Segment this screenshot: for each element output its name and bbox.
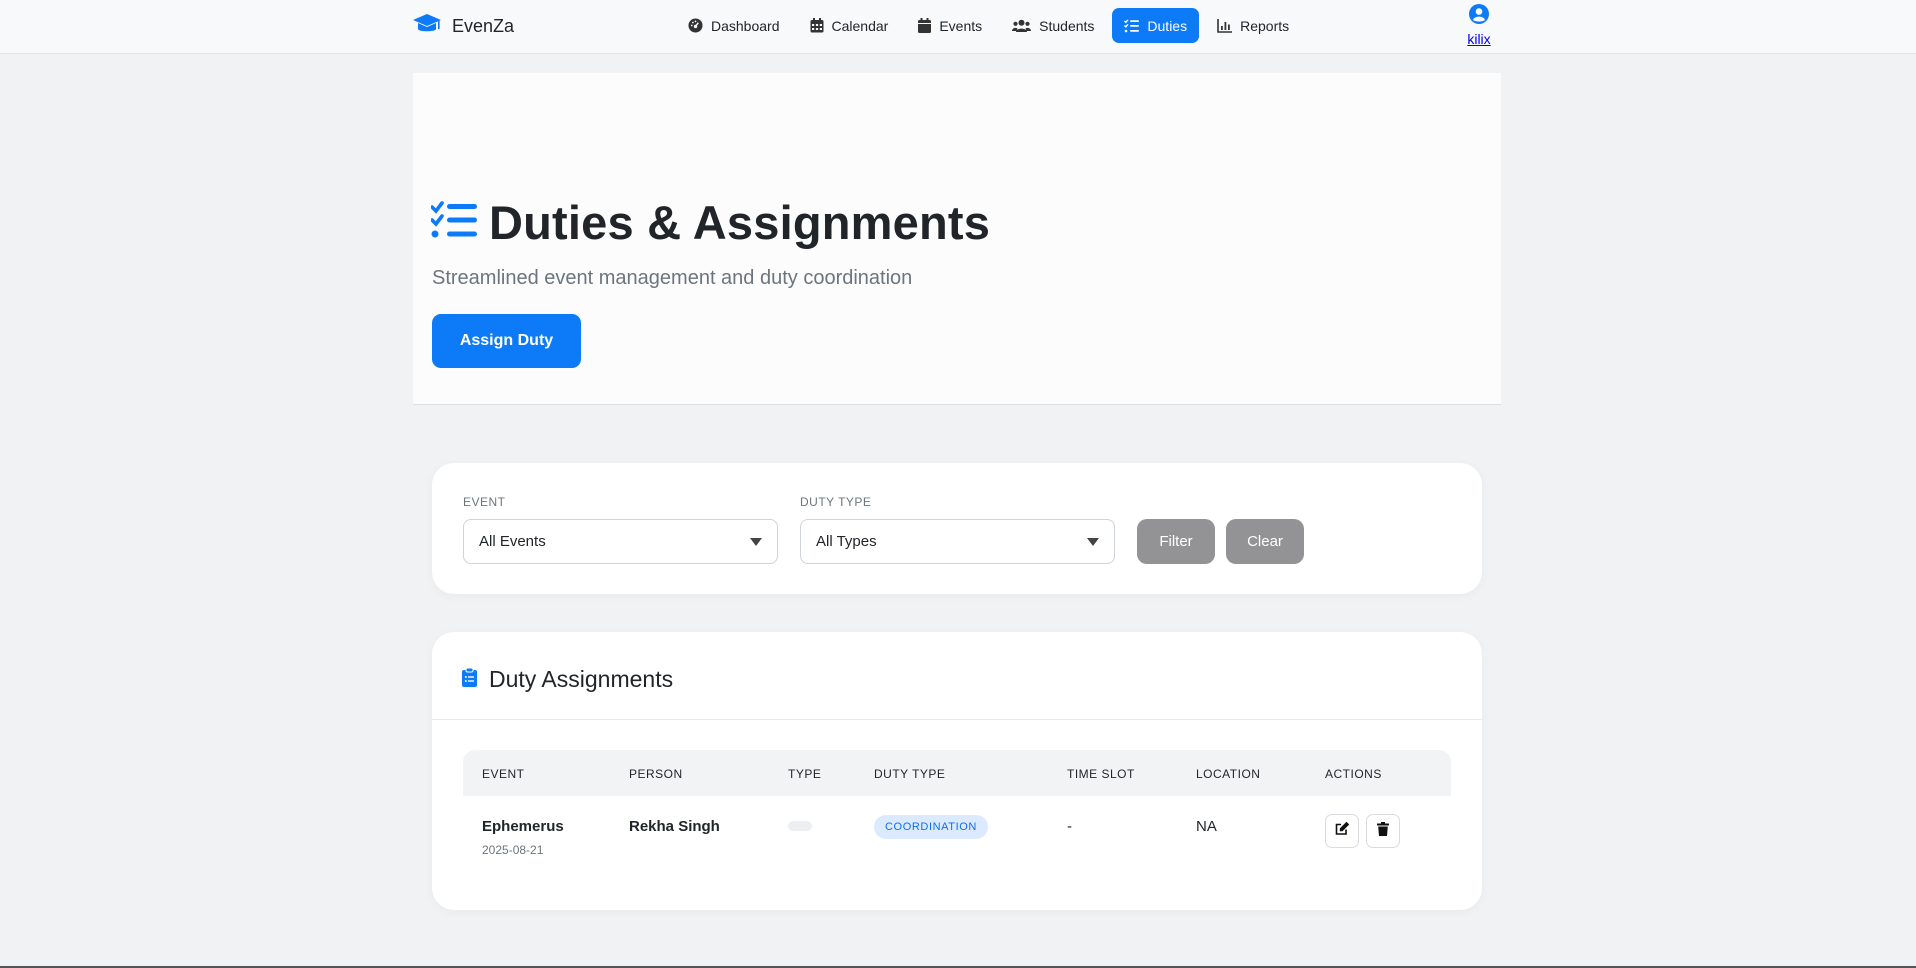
type-badge (788, 821, 812, 831)
delete-button[interactable] (1366, 814, 1400, 848)
nav-label: Duties (1147, 17, 1188, 34)
nav-label: Events (939, 17, 983, 34)
chart-icon (1217, 18, 1233, 33)
edit-icon (1335, 821, 1350, 841)
filter-button[interactable]: Filter (1137, 519, 1215, 564)
page-title-text: Duties & Assignments (489, 196, 991, 249)
user-name-link[interactable]: kilix (1462, 31, 1496, 47)
nav-item-duties[interactable]: Duties (1112, 8, 1200, 43)
table-row: Ephemerus 2025-08-21 Rekha Singh COORDIN… (463, 796, 1451, 880)
duty-type-select-value: All Types (816, 533, 877, 550)
duty-type-badge: COORDINATION (874, 815, 988, 839)
clear-button[interactable]: Clear (1226, 519, 1304, 564)
nav-item-students[interactable]: Students (1000, 8, 1106, 43)
nav-item-calendar[interactable]: Calendar (798, 8, 901, 43)
column-header-location: LOCATION (1196, 767, 1261, 781)
page-subtitle: Streamlined event management and duty co… (432, 267, 913, 289)
section-title: Duty Assignments (489, 666, 674, 692)
nav-item-dashboard[interactable]: Dashboard (676, 8, 792, 43)
column-header-type: TYPE (788, 767, 822, 781)
main-nav: Dashboard Calendar Events Students Dutie… (676, 8, 1301, 43)
chevron-down-icon (750, 537, 762, 546)
top-navbar: EvenZa Dashboard Calendar Events Student… (0, 0, 1916, 54)
brand-name: EvenZa (452, 16, 515, 36)
clipboard-list-icon (462, 667, 477, 692)
column-header-event: EVENT (482, 767, 525, 781)
graduation-cap-icon (412, 12, 442, 41)
location: NA (1196, 818, 1217, 835)
duty-type-select[interactable]: All Types (800, 519, 1115, 564)
event-select-value: All Events (479, 533, 546, 550)
column-header-duty-type: DUTY TYPE (874, 767, 946, 781)
event-filter-label: EVENT (463, 495, 506, 509)
chevron-down-icon (1087, 537, 1099, 546)
column-header-person: PERSON (629, 767, 683, 781)
duty-type-filter-label: DUTY TYPE (800, 495, 872, 509)
trash-icon (1377, 821, 1389, 841)
person-name: Rekha Singh (629, 818, 720, 835)
brand[interactable]: EvenZa (412, 12, 514, 41)
nav-label: Students (1039, 17, 1095, 34)
user-circle-icon (1469, 4, 1489, 29)
event-date: 2025-08-21 (482, 843, 544, 857)
duty-table: EVENT PERSON TYPE DUTY TYPE TIME SLOT LO… (463, 750, 1451, 880)
event-select[interactable]: All Events (463, 519, 778, 564)
duty-type-cell: COORDINATION (874, 815, 988, 839)
event-cell: Ephemerus 2025-08-21 (482, 818, 564, 857)
duty-assignments-card: Duty Assignments EVENT PERSON TYPE DUTY … (432, 632, 1482, 910)
assign-duty-button[interactable]: Assign Duty (432, 314, 581, 368)
filter-card: EVENT All Events DUTY TYPE All Types Fil… (432, 463, 1482, 594)
calendar-solid-icon (918, 18, 932, 33)
nav-label: Reports (1240, 17, 1290, 34)
column-header-time-slot: TIME SLOT (1067, 767, 1135, 781)
edit-button[interactable] (1325, 814, 1359, 848)
column-header-actions: ACTIONS (1325, 767, 1382, 781)
nav-item-events[interactable]: Events (906, 8, 994, 43)
nav-label: Calendar (831, 17, 889, 34)
divider (432, 719, 1482, 720)
gauge-icon (688, 18, 703, 33)
tasks-icon (1124, 18, 1140, 33)
page-title: Duties & Assignments (430, 195, 991, 250)
time-slot: - (1067, 818, 1072, 835)
calendar-icon (810, 18, 824, 33)
users-icon (1012, 19, 1032, 33)
table-header: EVENT PERSON TYPE DUTY TYPE TIME SLOT LO… (463, 750, 1451, 796)
event-name: Ephemerus (482, 818, 564, 835)
nav-item-reports[interactable]: Reports (1205, 8, 1301, 43)
hero-section: Duties & Assignments Streamlined event m… (413, 73, 1501, 405)
tasks-icon (430, 201, 477, 244)
user-menu[interactable]: kilix (1462, 4, 1496, 47)
nav-label: Dashboard (711, 17, 780, 34)
section-header: Duty Assignments (462, 666, 673, 693)
